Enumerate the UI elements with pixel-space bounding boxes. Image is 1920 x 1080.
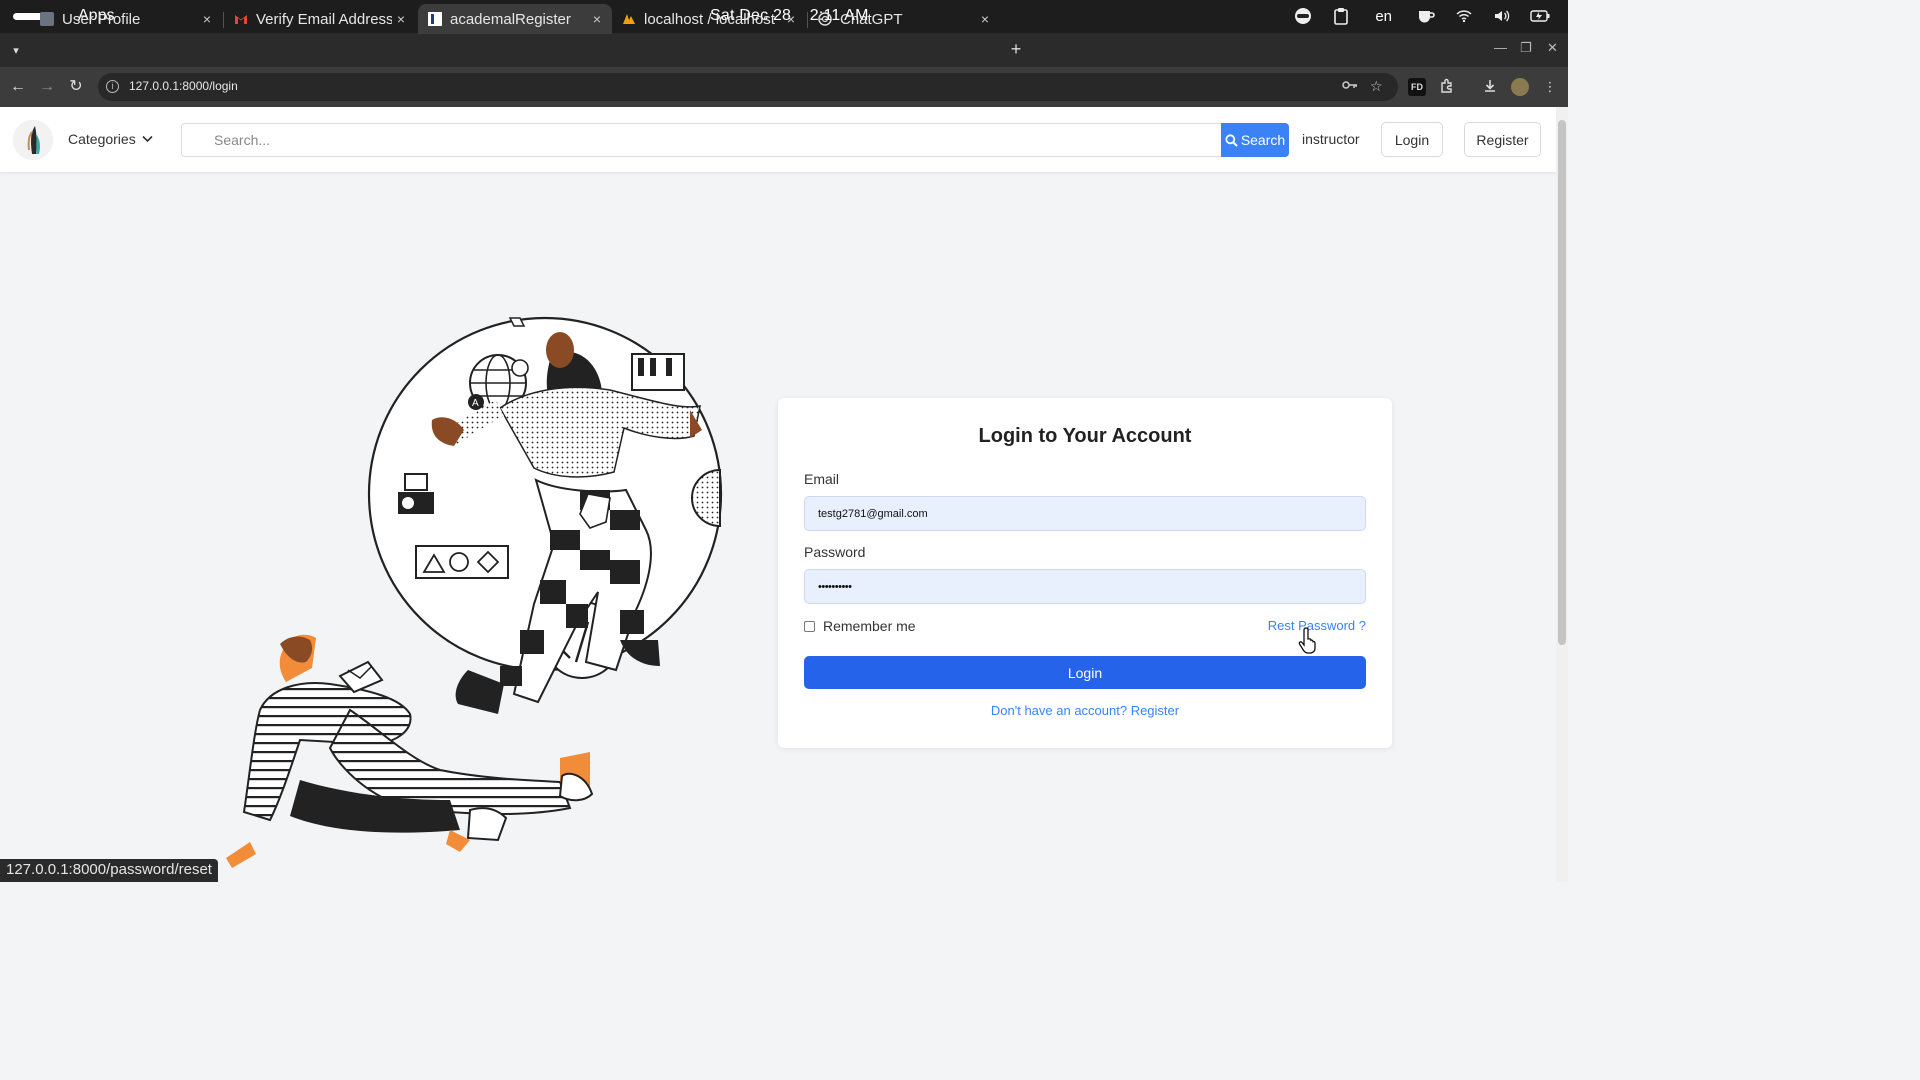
system-tray: en xyxy=(1293,6,1550,26)
tab-verify-email[interactable]: Verify Email Address × xyxy=(224,4,416,34)
battery-icon[interactable] xyxy=(1530,6,1550,26)
hand-cursor-icon xyxy=(1298,627,1316,654)
tab-close-icon[interactable]: × xyxy=(588,11,606,27)
tab-title: localhost / localhost xyxy=(644,10,775,28)
url-text[interactable]: 127.0.0.1:8000/login xyxy=(129,79,238,93)
tab-academal-register[interactable]: academalRegister × xyxy=(418,4,612,34)
browser-tab-strip xyxy=(0,33,1568,67)
minimize-icon[interactable]: — xyxy=(1494,40,1507,55)
address-bar[interactable] xyxy=(98,73,1398,101)
chevron-down-icon xyxy=(142,135,153,143)
kebab-menu-icon[interactable]: ⋮ xyxy=(1541,78,1559,96)
chatgpt-favicon-icon xyxy=(818,12,832,26)
remember-label: Remember me xyxy=(823,618,916,634)
link-status-bubble: 127.0.0.1:8000/password/reset xyxy=(0,859,218,882)
header-register-button[interactable]: Register xyxy=(1464,122,1541,157)
extensions-puzzle-icon[interactable] xyxy=(1438,78,1456,96)
clipboard-icon[interactable] xyxy=(1331,6,1351,26)
register-link[interactable]: Don't have an account? Register xyxy=(778,703,1392,718)
search-button-label: Search xyxy=(1240,132,1286,148)
login-submit-button[interactable]: Login xyxy=(804,656,1366,689)
search-button[interactable]: Search xyxy=(1221,123,1289,157)
tab-chatgpt[interactable]: ChatGPT × xyxy=(808,4,1000,34)
email-field[interactable]: testg2781@gmail.com xyxy=(804,496,1366,531)
profile-favicon-icon xyxy=(40,12,54,26)
fd-extension-icon[interactable]: FD xyxy=(1408,78,1426,96)
gmail-favicon-icon xyxy=(234,12,248,26)
tab-search-chevron-icon[interactable]: ▾ xyxy=(4,39,28,61)
bookmark-star-icon[interactable]: ☆ xyxy=(1370,78,1383,95)
wifi-icon[interactable] xyxy=(1454,6,1474,26)
tab-title: Verify Email Address xyxy=(256,10,392,28)
tab-title: User Profile xyxy=(62,10,141,28)
piano-doodle xyxy=(631,353,685,391)
remember-checkbox[interactable] xyxy=(804,620,815,632)
header-login-button[interactable]: Login xyxy=(1381,122,1443,157)
back-arrow-icon[interactable]: ← xyxy=(7,76,29,98)
page-favicon-icon xyxy=(428,12,442,26)
new-tab-button[interactable]: + xyxy=(1006,39,1026,59)
phpmyadmin-favicon-icon xyxy=(622,12,636,26)
email-label: Email xyxy=(804,471,840,487)
tab-close-icon[interactable]: × xyxy=(392,11,410,27)
tab-close-icon[interactable]: × xyxy=(976,11,994,27)
page-scrollbar-thumb[interactable] xyxy=(1558,120,1566,645)
tab-close-icon[interactable]: × xyxy=(198,11,216,27)
site-info-icon[interactable]: i xyxy=(106,80,119,93)
restore-icon[interactable]: ❐ xyxy=(1520,40,1532,56)
tab-title: academalRegister xyxy=(450,10,571,28)
profile-avatar-icon[interactable] xyxy=(1511,78,1529,96)
password-key-icon[interactable] xyxy=(1342,78,1358,94)
language-indicator[interactable]: en xyxy=(1369,8,1398,25)
login-illustration: A xyxy=(226,316,723,868)
instructor-link[interactable]: instructor xyxy=(1302,131,1360,147)
password-field[interactable]: •••••••••• xyxy=(804,569,1366,604)
shapes-doodle xyxy=(415,545,509,579)
search-icon xyxy=(1225,133,1238,147)
close-window-icon[interactable]: ✕ xyxy=(1547,40,1558,56)
svg-text:A: A xyxy=(472,398,479,409)
login-card: Login to Your Account Email testg2781@gm… xyxy=(778,398,1392,748)
forward-arrow-icon[interactable]: → xyxy=(36,76,58,98)
mask-icon[interactable] xyxy=(1293,6,1313,26)
tab-user-profile[interactable]: User Profile × xyxy=(30,4,222,34)
remember-me[interactable]: Remember me xyxy=(804,618,916,634)
password-label: Password xyxy=(804,544,866,560)
login-title: Login to Your Account xyxy=(978,425,1192,447)
categories-dropdown[interactable]: Categories xyxy=(68,131,153,147)
tab-title: ChatGPT xyxy=(840,10,903,28)
coffee-icon[interactable] xyxy=(1416,6,1436,26)
search-input[interactable] xyxy=(181,123,1221,157)
volume-icon[interactable] xyxy=(1492,6,1512,26)
reload-icon[interactable]: ↻ xyxy=(65,76,87,98)
site-logo[interactable] xyxy=(13,120,53,160)
categories-label: Categories xyxy=(68,131,136,147)
download-icon[interactable] xyxy=(1481,78,1499,96)
tab-localhost[interactable]: localhost / localhost × xyxy=(612,4,806,34)
tab-close-icon[interactable]: × xyxy=(782,11,800,27)
